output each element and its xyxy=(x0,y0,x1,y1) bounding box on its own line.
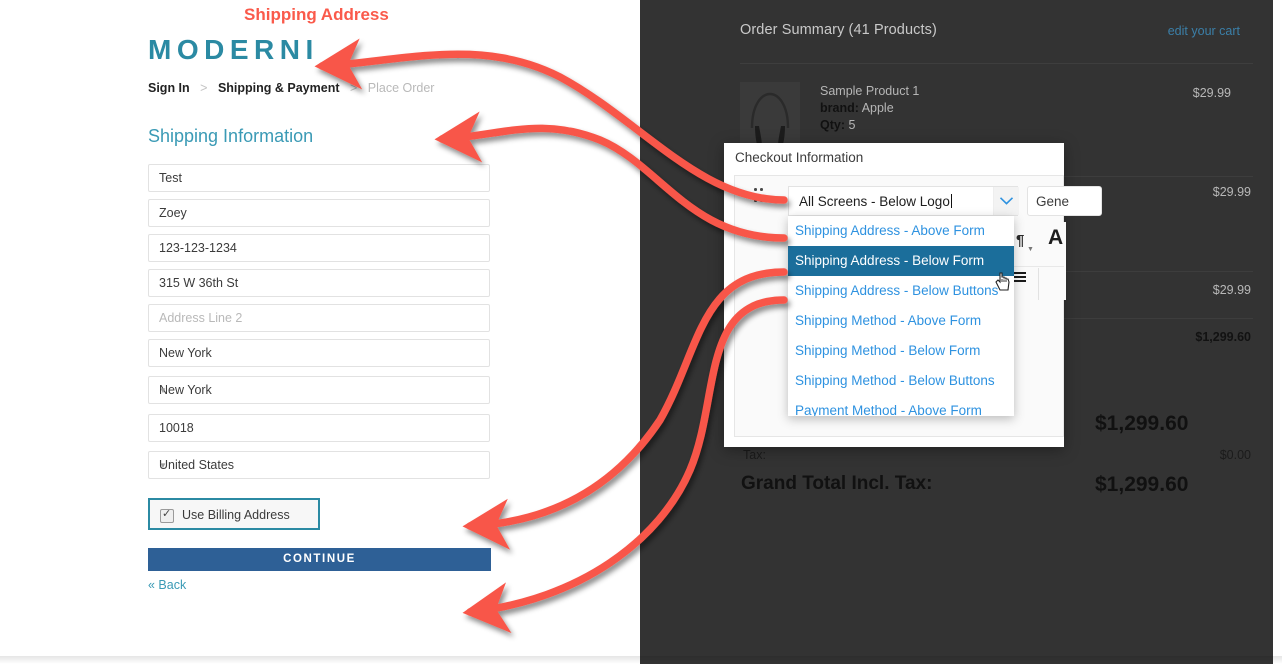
checkbox-box: ✓ xyxy=(160,508,174,523)
dropdown-option-1[interactable]: Shipping Address - Below Form xyxy=(788,246,1014,276)
check-icon: ✓ xyxy=(162,508,172,520)
country-select[interactable]: United States ▼ xyxy=(148,451,490,479)
product-brand-label: brand: xyxy=(820,101,859,115)
last-name-value: Zoey xyxy=(159,206,187,220)
order-item-price-2: $29.99 xyxy=(1212,185,1251,199)
product-qty-value: 5 xyxy=(848,118,856,132)
product-details: Sample Product 1 brand: Apple Qty: 5 xyxy=(820,83,919,134)
city-input[interactable]: New York xyxy=(148,339,490,367)
breadcrumb-place-order: Place Order xyxy=(367,81,435,95)
tax-label: Tax: xyxy=(743,448,766,462)
annotation-title: Shipping Address xyxy=(244,5,389,24)
use-billing-address-label: Use Billing Address xyxy=(182,508,290,522)
phone-input[interactable]: 123-123-1234 xyxy=(148,234,490,262)
align-list-icon[interactable] xyxy=(1012,272,1026,283)
zip-value: 10018 xyxy=(159,421,194,435)
text-cursor xyxy=(950,194,952,208)
order-summary-header: Order Summary (41 Products) edit your ca… xyxy=(740,22,1260,48)
dropdown-option-2[interactable]: Shipping Address - Below Buttons xyxy=(788,276,1014,306)
page-title: Shipping Information xyxy=(148,126,314,146)
dropdown-option-4[interactable]: Shipping Method - Below Form xyxy=(788,336,1014,366)
breadcrumb: Sign In > Shipping & Payment > Place Ord… xyxy=(148,81,434,95)
order-total-value: $1,299.60 xyxy=(1095,412,1189,435)
drag-handle-icon[interactable] xyxy=(754,188,763,204)
store-logo: MODERNI xyxy=(148,34,319,65)
position-select-dropdown[interactable]: Shipping Address - Above Form Shipping A… xyxy=(788,216,1014,416)
address-line-1-input[interactable]: 315 W 36th St xyxy=(148,269,490,297)
chevron-down-icon[interactable] xyxy=(993,187,1019,215)
breadcrumb-sign-in[interactable]: Sign In xyxy=(148,81,190,95)
product-qty-label: Qty: xyxy=(820,118,845,132)
zip-input[interactable]: 10018 xyxy=(148,414,490,442)
first-name-value: Test xyxy=(159,171,182,185)
chevron-down-icon: ▼ xyxy=(159,461,167,470)
phone-value: 123-123-1234 xyxy=(159,241,237,255)
breadcrumb-shipping-payment[interactable]: Shipping & Payment xyxy=(218,81,340,95)
product-brand-value: Apple xyxy=(861,101,894,115)
order-item-price-3: $29.99 xyxy=(1212,283,1251,297)
dropdown-option-0[interactable]: Shipping Address - Above Form xyxy=(788,216,1014,246)
back-link[interactable]: « Back xyxy=(148,578,186,592)
dropdown-option-6[interactable]: Payment Method - Above Form xyxy=(788,396,1014,416)
product-price: $29.99 xyxy=(1192,86,1231,100)
edit-cart-link[interactable]: edit your cart xyxy=(1168,24,1240,38)
address-line-1-value: 315 W 36th St xyxy=(159,276,239,290)
dropdown-option-3[interactable]: Shipping Method - Above Form xyxy=(788,306,1014,336)
toolbar-divider xyxy=(1014,266,1064,267)
grand-total-label: Grand Total Incl. Tax: xyxy=(741,473,933,494)
first-name-input[interactable]: Test xyxy=(148,164,490,192)
modal-title: Checkout Information xyxy=(735,150,864,165)
use-billing-address-checkbox[interactable]: ✓ Use Billing Address xyxy=(148,498,320,530)
grand-total-value: $1,299.60 xyxy=(1095,473,1189,496)
type-select[interactable]: Gene xyxy=(1027,186,1102,216)
tax-value: $0.00 xyxy=(1219,448,1251,462)
pointer-hand-cursor xyxy=(995,272,1010,291)
order-summary-title: Order Summary (41 Products) xyxy=(740,22,937,38)
position-select-input[interactable]: All Screens - Below Logo xyxy=(788,186,1019,216)
state-select[interactable]: New York ▼ xyxy=(148,376,490,404)
chevron-down-icon[interactable]: ▼ xyxy=(1027,246,1034,253)
continue-button[interactable]: CONTINUE xyxy=(148,548,491,571)
address-line-2-input[interactable]: Address Line 2 xyxy=(148,304,490,332)
product-thumbnail xyxy=(740,82,800,152)
window-bottom-shadow xyxy=(0,656,1282,664)
font-size-A-icon[interactable]: A xyxy=(1048,226,1063,250)
dropdown-option-5[interactable]: Shipping Method - Below Buttons xyxy=(788,366,1014,396)
toolbar-separator xyxy=(1038,268,1039,300)
screenshot-root: Order Summary (41 Products) edit your ca… xyxy=(0,0,1288,664)
breadcrumb-separator: > xyxy=(349,81,358,95)
breadcrumb-separator: > xyxy=(200,81,208,95)
city-value: New York xyxy=(159,346,212,360)
type-select-value: Gene xyxy=(1036,194,1070,209)
address-line-2-placeholder: Address Line 2 xyxy=(159,311,243,325)
last-name-input[interactable]: Zoey xyxy=(148,199,490,227)
position-select-value: All Screens - Below Logo xyxy=(799,194,952,209)
position-select-text: All Screens - Below Logo xyxy=(799,194,950,209)
subtotal-value: $1,299.60 xyxy=(1195,330,1251,344)
paragraph-pilcrow-icon[interactable]: ¶ xyxy=(1016,232,1024,249)
divider xyxy=(740,63,1253,64)
product-name: Sample Product 1 xyxy=(820,84,920,98)
chevron-down-icon: ▼ xyxy=(159,386,167,395)
